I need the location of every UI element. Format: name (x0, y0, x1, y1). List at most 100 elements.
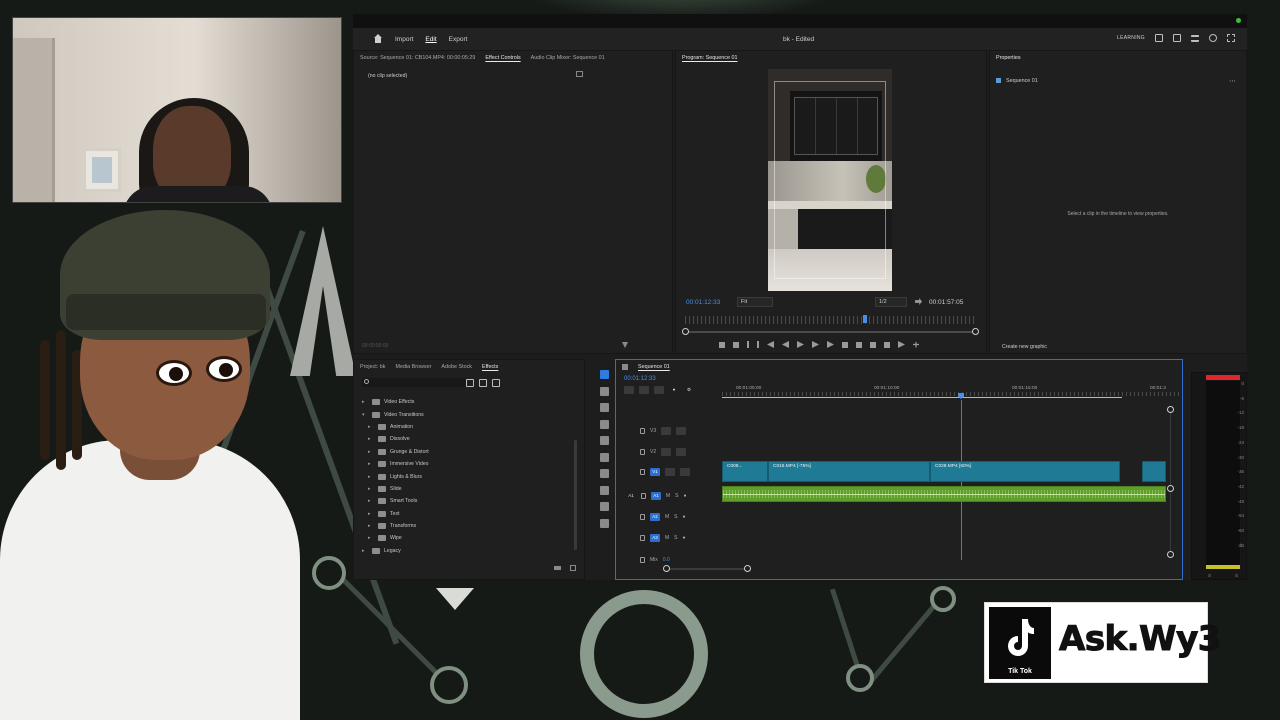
add-button-icon[interactable] (913, 341, 919, 348)
timeline-playhead[interactable] (958, 393, 964, 399)
learning-button[interactable]: LEARNING (1117, 35, 1145, 41)
track-target-v1[interactable]: V1 (650, 468, 660, 476)
home-icon[interactable] (373, 34, 383, 44)
eye-icon[interactable] (676, 427, 687, 435)
fit-dropdown[interactable]: Fit (737, 297, 773, 307)
track-header-v2[interactable]: V2 (640, 445, 744, 459)
meter-solo-left[interactable]: S (1208, 573, 1211, 578)
timeline-timecode[interactable]: 00:01:12:33 (624, 376, 656, 382)
search-icon[interactable] (1209, 34, 1217, 42)
mute-button[interactable]: M (665, 514, 669, 520)
eye-icon[interactable] (676, 448, 687, 456)
lock-icon[interactable] (640, 535, 645, 541)
vscroll-handle-bottom[interactable] (1167, 551, 1174, 558)
tab-project[interactable]: Project: bk (360, 364, 385, 370)
lock-icon[interactable] (640, 449, 645, 455)
pen-tool-icon[interactable] (599, 452, 609, 462)
zoom-handle-left[interactable] (682, 328, 689, 335)
tree-item-smart-tools[interactable]: ▸ Smart Tools (362, 495, 429, 507)
selection-tool-icon[interactable] (599, 370, 609, 379)
audio-clip-a1[interactable] (722, 486, 1166, 502)
timeline-ruler[interactable]: 00:01:05:00 00:01:10:00 00:01:15:00 00:0… (722, 386, 1180, 400)
workspace-import[interactable]: Import (395, 36, 413, 43)
hand-tool-icon[interactable] (599, 485, 609, 495)
program-playhead[interactable] (863, 315, 867, 323)
sync-lock-icon[interactable] (661, 448, 672, 456)
filter-icon[interactable] (622, 342, 628, 348)
tab-audio-clip-mixer[interactable]: Audio Clip Mixer: Sequence 01 (531, 55, 605, 61)
nest-icon[interactable] (624, 386, 634, 394)
menu-icon[interactable] (1191, 34, 1199, 42)
video-clip[interactable]: C028.MP4 [60%] (930, 461, 1120, 482)
solo-button[interactable]: S (674, 514, 677, 520)
workspace-export[interactable]: Export (449, 36, 468, 43)
slip-tool-icon[interactable] (599, 436, 609, 445)
vscroll-handle-mid[interactable] (1167, 485, 1174, 492)
vscroll-handle-top[interactable] (1167, 406, 1174, 413)
timeline-horizontal-scrollbar[interactable] (666, 568, 748, 570)
mix-value[interactable]: 0.0 (663, 557, 670, 563)
tree-item-wipe[interactable]: ▸ Wipe (362, 532, 429, 544)
tab-effect-controls[interactable]: Effect Controls (485, 55, 520, 61)
rectangle-tool-icon[interactable] (599, 469, 609, 478)
lock-icon[interactable] (640, 557, 645, 563)
more-controls-icon[interactable] (898, 341, 905, 348)
microphone-icon[interactable]: ● (684, 493, 687, 499)
tree-item-slide[interactable]: ▸ Slide (362, 483, 429, 495)
solo-button[interactable]: S (674, 535, 677, 541)
tree-item-transforms[interactable]: ▸ Transforms (362, 520, 429, 532)
go-to-out-icon[interactable] (827, 341, 834, 348)
track-select-tool-icon[interactable] (599, 386, 609, 396)
snap-icon[interactable] (639, 386, 649, 394)
tab-adobe-stock[interactable]: Adobe Stock (441, 364, 472, 370)
scroll-handle-left[interactable] (663, 565, 670, 572)
program-zoom-bar[interactable] (685, 331, 977, 333)
extract-icon[interactable] (856, 341, 862, 348)
delete-icon[interactable] (570, 565, 576, 571)
razor-tool-icon[interactable] (599, 419, 609, 429)
tab-source[interactable]: Source: Sequence 01: CB104.MP4: 00:00:05… (360, 55, 475, 61)
ripple-edit-tool-icon[interactable] (599, 403, 609, 412)
zoom-handle-right[interactable] (972, 328, 979, 335)
tree-item-dissolve[interactable]: ▸ Dissolve (362, 433, 429, 445)
video-clip[interactable]: C016.MP4 [-75%] (768, 461, 930, 482)
tree-item-legacy[interactable]: ▸ Legacy (362, 545, 429, 557)
workspaces-icon[interactable] (1155, 34, 1163, 42)
eye-icon[interactable] (680, 468, 690, 476)
go-to-in-icon[interactable] (767, 341, 774, 348)
play-icon[interactable] (797, 341, 804, 348)
resolution-dropdown[interactable]: 1/2 (875, 297, 907, 307)
add-marker-icon[interactable]: ● (669, 386, 679, 394)
step-forward-icon[interactable] (812, 341, 819, 348)
program-time-ruler[interactable] (685, 316, 977, 324)
export-frame-icon[interactable] (870, 341, 876, 348)
track-header-mix[interactable]: Mix 0.0 (640, 553, 744, 567)
lock-icon[interactable] (640, 469, 645, 475)
workspace-edit[interactable]: Edit (425, 36, 436, 43)
tab-sequence-01[interactable]: Sequence 01 (638, 364, 670, 370)
source-patch-a1[interactable]: A1 (626, 492, 636, 500)
microphone-icon[interactable]: ● (683, 514, 686, 520)
accelerated-effects-icon[interactable] (466, 379, 474, 387)
add-marker-icon[interactable] (719, 341, 725, 348)
track-target-a1[interactable]: A1 (651, 492, 661, 500)
close-tab-icon[interactable] (622, 364, 628, 370)
microphone-icon[interactable]: ● (683, 535, 686, 541)
tree-item-video-transitions[interactable]: ▾ Video Transitions (362, 408, 429, 420)
tree-item-animation[interactable]: ▸ Animation (362, 421, 429, 433)
lock-icon[interactable] (640, 428, 645, 434)
program-video-frame[interactable] (768, 69, 892, 291)
track-header-a2[interactable]: A2 M S ● (640, 510, 744, 524)
comparison-view-icon[interactable] (884, 341, 890, 348)
wrench-icon[interactable]: ⚙ (684, 386, 694, 394)
solo-button[interactable]: S (675, 493, 678, 499)
marker-icon[interactable] (733, 341, 739, 348)
32bit-effects-icon[interactable] (479, 379, 487, 387)
linked-selection-icon[interactable] (654, 386, 664, 394)
scroll-handle-right[interactable] (744, 565, 751, 572)
lock-icon[interactable] (641, 493, 646, 499)
sync-lock-icon[interactable] (665, 468, 675, 476)
yuv-effects-icon[interactable] (492, 379, 500, 387)
caption-tool-icon[interactable] (599, 518, 609, 528)
tab-program[interactable]: Program: Sequence 01 (682, 55, 737, 61)
